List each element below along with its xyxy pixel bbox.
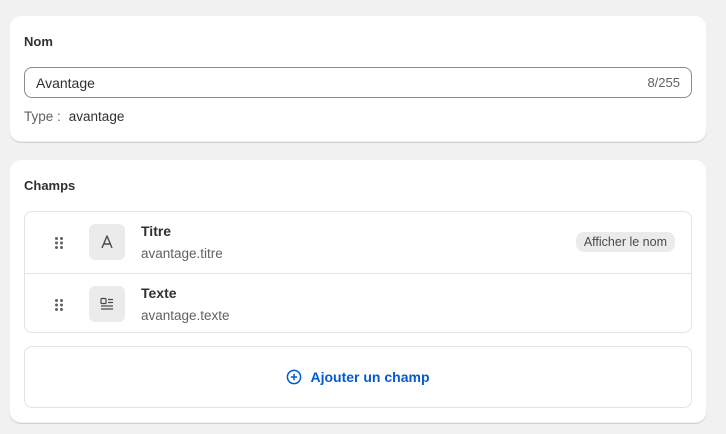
- add-field-label: Ajouter un champ: [310, 369, 430, 385]
- drag-handle-icon[interactable]: [53, 298, 65, 312]
- field-key: avantage.texte: [141, 308, 230, 323]
- type-label: Type :: [24, 109, 61, 124]
- text-block-icon: [89, 286, 125, 322]
- drag-handle-icon[interactable]: [53, 236, 65, 250]
- name-input[interactable]: Avantage 8/255: [24, 67, 692, 98]
- text-format-icon: [89, 224, 125, 260]
- field-title: Titre: [141, 223, 172, 239]
- fields-section-title: Champs: [24, 178, 76, 193]
- type-value: avantage: [68, 109, 125, 124]
- character-counter: 8/255: [647, 75, 680, 90]
- field-key: avantage.titre: [141, 246, 223, 261]
- type-line: Type : avantage: [24, 109, 124, 124]
- fields-card: Champs Titre avantage.titre Afficher le …: [9, 159, 707, 423]
- plus-circle-icon: [287, 369, 302, 385]
- field-row-texte[interactable]: Texte avantage.texte: [25, 273, 691, 332]
- name-section-title: Nom: [24, 34, 53, 49]
- field-row-titre[interactable]: Titre avantage.titre Afficher le nom: [25, 212, 691, 273]
- field-title: Texte: [141, 285, 177, 301]
- add-field-button[interactable]: Ajouter un champ: [24, 346, 692, 408]
- fields-list: Titre avantage.titre Afficher le nom Tex…: [24, 211, 692, 333]
- name-card: Nom Avantage 8/255 Type : avantage: [9, 15, 707, 142]
- name-input-value[interactable]: Avantage: [36, 75, 647, 91]
- show-name-badge: Afficher le nom: [575, 232, 675, 252]
